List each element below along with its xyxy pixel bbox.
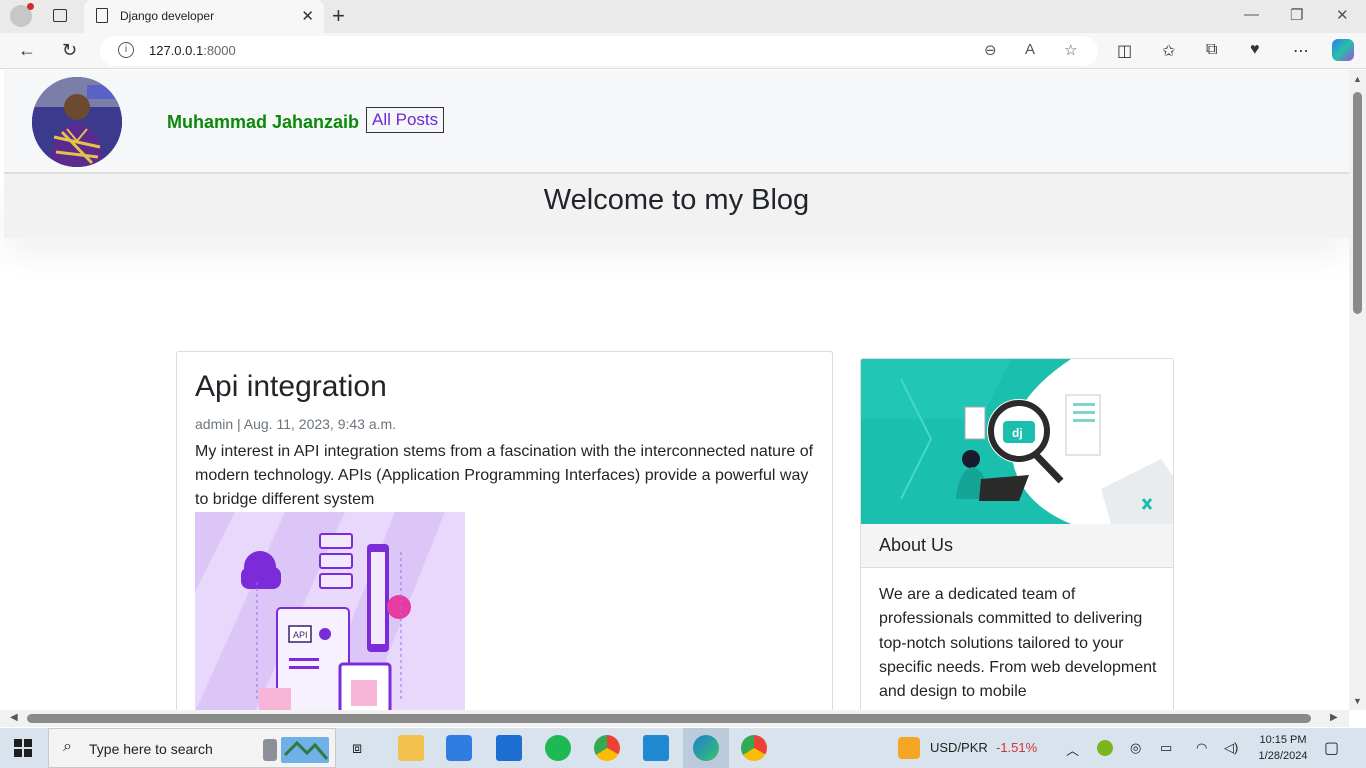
clock-date: 1/28/2024 bbox=[1258, 750, 1308, 762]
new-tab-icon[interactable]: + bbox=[332, 3, 345, 29]
taskbar-search[interactable]: ⌕ Type here to search bbox=[48, 728, 336, 768]
svg-text:dj: dj bbox=[1012, 426, 1023, 440]
volume-icon[interactable]: ◁) bbox=[1224, 740, 1238, 756]
ticker-change[interactable]: -1.51% bbox=[996, 740, 1037, 755]
close-tab-icon[interactable]: ✕ bbox=[301, 7, 314, 25]
zoom-out-icon[interactable]: ⊖ bbox=[984, 41, 997, 59]
chrome-profile-icon[interactable] bbox=[741, 735, 767, 761]
browser-essentials-icon[interactable]: ♥ bbox=[1250, 41, 1260, 59]
mail-icon[interactable] bbox=[496, 735, 522, 761]
about-card-image: dj bbox=[861, 359, 1173, 524]
system-clock[interactable]: 10:15 PM 1/28/2024 bbox=[1248, 732, 1318, 764]
welcome-banner: Welcome to my Blog bbox=[4, 174, 1349, 238]
task-view-icon[interactable]: ⧈ bbox=[352, 740, 362, 758]
ticker-name[interactable]: USD/PKR bbox=[930, 740, 988, 755]
chrome-icon[interactable] bbox=[594, 735, 620, 761]
author-avatar bbox=[32, 77, 122, 167]
author-name[interactable]: Muhammad Jahanzaib bbox=[167, 112, 359, 133]
wifi-icon[interactable]: ◠ bbox=[1196, 740, 1207, 756]
page-favicon-icon bbox=[96, 8, 108, 23]
copilot-icon[interactable] bbox=[1332, 39, 1354, 61]
about-text: We are a dedicated team of professionals… bbox=[879, 586, 1157, 701]
horizontal-scroll-thumb[interactable] bbox=[27, 714, 1311, 723]
file-explorer-icon[interactable] bbox=[398, 735, 424, 761]
meet-now-icon[interactable]: ◎ bbox=[1130, 740, 1141, 756]
minimize-icon[interactable]: — bbox=[1244, 6, 1259, 23]
currency-widget-icon[interactable] bbox=[898, 737, 920, 759]
vertical-scrollbar[interactable]: ▲ ▼ bbox=[1349, 70, 1366, 710]
restore-icon[interactable]: ❐ bbox=[1290, 6, 1303, 24]
split-screen-icon[interactable]: ◫ bbox=[1117, 41, 1132, 61]
clock-time: 10:15 PM bbox=[1259, 734, 1307, 746]
post-title[interactable]: Api integration bbox=[195, 370, 387, 404]
about-heading: About Us bbox=[879, 535, 954, 555]
tab-actions-icon[interactable] bbox=[53, 9, 67, 22]
favorites-icon[interactable]: ✩ bbox=[1162, 41, 1175, 61]
show-hidden-icons-icon[interactable]: ︿ bbox=[1066, 740, 1079, 759]
search-highlight-icon bbox=[263, 737, 329, 763]
browser-tab-bar: Django developer ✕ + — ❐ ✕ bbox=[0, 0, 1366, 33]
scroll-up-icon[interactable]: ▲ bbox=[1353, 74, 1362, 84]
more-menu-icon[interactable]: ⋯ bbox=[1293, 41, 1309, 61]
post-image: API bbox=[195, 512, 465, 710]
spotify-icon[interactable] bbox=[545, 735, 571, 761]
site-info-icon[interactable]: i bbox=[118, 42, 134, 58]
welcome-heading: Welcome to my Blog bbox=[543, 184, 810, 216]
windows-start-icon[interactable] bbox=[14, 739, 32, 757]
back-icon[interactable]: ← bbox=[18, 40, 36, 61]
close-window-icon[interactable]: ✕ bbox=[1336, 6, 1349, 24]
read-aloud-icon[interactable]: A bbox=[1025, 41, 1035, 58]
profile-icon[interactable] bbox=[10, 3, 34, 27]
microsoft-store-icon[interactable] bbox=[446, 735, 472, 761]
taskbar-search-placeholder: Type here to search bbox=[89, 741, 213, 757]
vscode-icon[interactable] bbox=[643, 735, 669, 761]
post-excerpt: My interest in API integration stems fro… bbox=[195, 443, 814, 508]
scroll-down-icon[interactable]: ▼ bbox=[1353, 696, 1362, 706]
site-header: Muhammad Jahanzaib All Posts bbox=[4, 70, 1349, 174]
favorite-star-icon[interactable]: ☆ bbox=[1064, 41, 1077, 59]
vertical-scroll-thumb[interactable] bbox=[1353, 92, 1362, 314]
scroll-left-icon[interactable]: ◀ bbox=[10, 712, 18, 723]
edge-icon[interactable] bbox=[693, 735, 719, 761]
svg-text:API: API bbox=[293, 630, 308, 640]
about-card-header: About Us bbox=[861, 524, 1173, 568]
all-posts-link[interactable]: All Posts bbox=[366, 107, 445, 133]
battery-icon[interactable]: ▭ bbox=[1160, 740, 1172, 756]
reload-icon[interactable]: ↻ bbox=[62, 40, 77, 61]
post-meta: admin | Aug. 11, 2023, 9:43 a.m. bbox=[195, 416, 397, 432]
horizontal-scrollbar[interactable]: ◀ ▶ bbox=[0, 710, 1349, 727]
post-card: Api integration admin | Aug. 11, 2023, 9… bbox=[176, 351, 833, 710]
about-card: dj About Us We are a dedicated team of p… bbox=[860, 358, 1174, 710]
norton-icon[interactable] bbox=[1097, 740, 1113, 756]
collections-icon[interactable]: ⧉ bbox=[1206, 41, 1217, 59]
scroll-right-icon[interactable]: ▶ bbox=[1330, 712, 1338, 723]
tab-title: Django developer bbox=[120, 9, 215, 23]
notifications-icon[interactable]: ▢ bbox=[1324, 738, 1339, 758]
page-viewport: Muhammad Jahanzaib All Posts Welcome to … bbox=[0, 70, 1366, 710]
windows-taskbar: ⌕ Type here to search ⧈ USD/PKR -1.51% ︿… bbox=[0, 728, 1366, 768]
address-bar[interactable]: i 127.0.0.1:8000 ⊖ A ☆ bbox=[100, 36, 1098, 66]
url-text[interactable]: 127.0.0.1:8000 bbox=[149, 43, 236, 58]
address-toolbar: ← ↻ i 127.0.0.1:8000 ⊖ A ☆ ◫ ✩ ⧉ ♥ ⋯ bbox=[0, 33, 1366, 69]
browser-tab[interactable]: Django developer ✕ bbox=[84, 0, 324, 33]
search-icon: ⌕ bbox=[63, 738, 72, 755]
